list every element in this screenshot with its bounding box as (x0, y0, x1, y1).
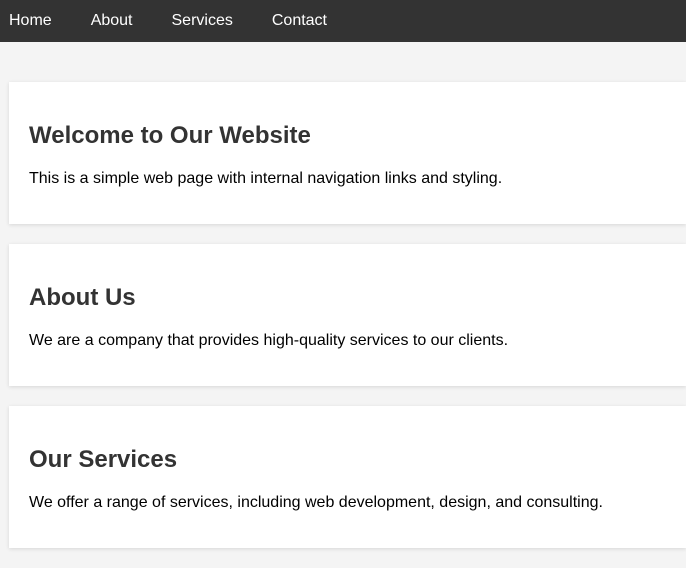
main-content: Welcome to Our Website This is a simple … (0, 42, 686, 548)
section-text: We offer a range of services, including … (29, 494, 603, 511)
section-title: Welcome to Our Website (29, 122, 311, 149)
nav-link-home[interactable]: Home (9, 12, 52, 30)
section-text: This is a simple web page with internal … (29, 170, 503, 187)
nav-link-about[interactable]: About (91, 12, 133, 30)
section-home: Welcome to Our Website This is a simple … (9, 82, 686, 224)
section-title: About Us (29, 284, 136, 311)
top-navigation: Home About Services Contact (0, 0, 686, 42)
section-about: About Us We are a company that provides … (9, 244, 686, 386)
section-text: We are a company that provides high-qual… (29, 332, 509, 349)
section-services: Our Services We offer a range of service… (9, 406, 686, 548)
nav-link-services[interactable]: Services (172, 12, 233, 30)
nav-link-contact[interactable]: Contact (272, 12, 327, 30)
section-title: Our Services (29, 446, 178, 473)
